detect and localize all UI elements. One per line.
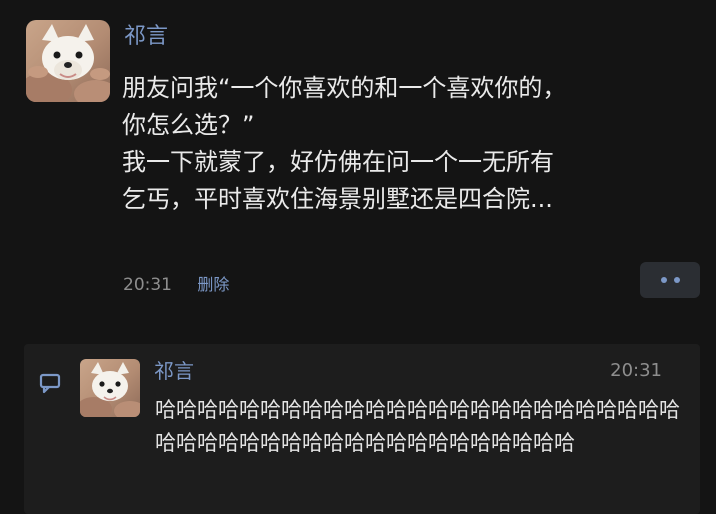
- post-time: 20:31: [123, 275, 172, 295]
- comment-author[interactable]: 祁言: [154, 358, 194, 384]
- more-dots-icon: [673, 277, 680, 283]
- avatar[interactable]: [26, 20, 110, 102]
- comment-time: 20:31: [610, 360, 662, 381]
- post-content: 朋友问我“一个你喜欢的和一个喜欢你的， 你怎么选？” 我一下就蒙了，好仿佛在问一…: [122, 74, 567, 213]
- moment-post: 祁言 朋友问我“一个你喜欢的和一个喜欢你的， 你怎么选？” 我一下就蒙了，好仿佛…: [0, 0, 716, 320]
- dog-avatar-image: [26, 24, 110, 102]
- more-button[interactable]: [640, 262, 700, 298]
- delete-button[interactable]: 删除: [197, 275, 229, 294]
- comment-text: 哈哈哈哈哈哈哈哈哈哈哈哈哈哈哈哈哈哈哈哈哈哈哈哈哈哈哈哈哈哈哈哈哈哈哈哈哈哈哈哈…: [155, 398, 680, 455]
- comment-avatar[interactable]: [80, 359, 140, 417]
- post-author[interactable]: 祁言: [124, 22, 168, 52]
- dog-avatar-image: [80, 362, 140, 417]
- more-dots-icon: [660, 277, 667, 283]
- comment-panel: 祁言 20:31 哈哈哈哈哈哈哈哈哈哈哈哈哈哈哈哈哈哈哈哈哈哈哈哈哈哈哈哈哈哈哈…: [24, 344, 700, 514]
- comment-icon: [38, 372, 62, 394]
- post-meta: 20:31 删除: [123, 272, 229, 298]
